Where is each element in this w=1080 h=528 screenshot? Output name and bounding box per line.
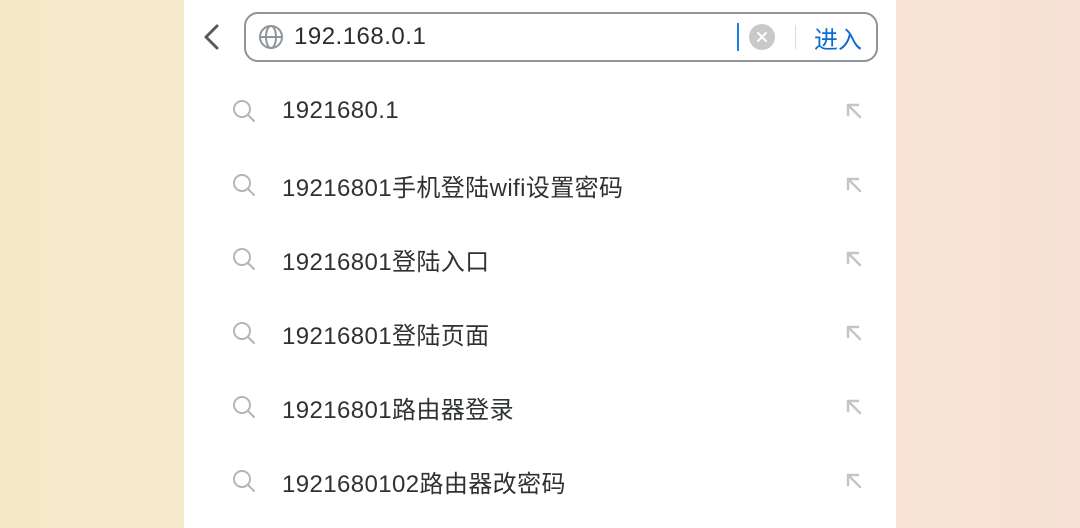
search-icon — [232, 321, 256, 345]
insert-arrow-icon[interactable] — [842, 99, 866, 123]
address-input[interactable]: 192.168.0.1 — [294, 23, 739, 51]
browser-panel: 192.168.0.1 进入 1921680.1 — [184, 0, 896, 528]
chevron-left-icon — [202, 23, 222, 51]
suggestion-item[interactable]: 1921680102路由器改密码 — [184, 444, 896, 518]
suggestion-text: 1921680102路由器改密码 — [282, 464, 842, 499]
suggestion-item[interactable]: 1921680.1 — [184, 74, 896, 148]
clear-button[interactable] — [749, 24, 775, 50]
suggestion-text: 19216801登陆入口 — [282, 242, 842, 277]
suggestion-text: 1921680.1 — [282, 97, 842, 125]
insert-arrow-icon[interactable] — [842, 469, 866, 493]
globe-icon — [258, 24, 284, 50]
search-icon — [232, 173, 256, 197]
go-button[interactable]: 进入 — [814, 20, 870, 55]
insert-arrow-icon[interactable] — [842, 395, 866, 419]
suggestion-item[interactable]: 19216801手机登陆wifi设置密码 — [184, 148, 896, 222]
insert-arrow-icon[interactable] — [842, 173, 866, 197]
suggestion-text: 19216801路由器登录 — [282, 390, 842, 425]
search-icon — [232, 247, 256, 271]
suggestion-item[interactable]: 19216801路由器登录 — [184, 370, 896, 444]
suggestion-list: 1921680.1 19216801手机登陆wifi设置密码 19216801登… — [184, 74, 896, 528]
close-icon — [756, 31, 768, 43]
address-bar-row: 192.168.0.1 进入 — [184, 0, 896, 74]
search-icon — [232, 395, 256, 419]
address-bar[interactable]: 192.168.0.1 进入 — [244, 12, 878, 62]
suggestion-text: 19216801登陆页面 — [282, 316, 842, 351]
insert-arrow-icon[interactable] — [842, 321, 866, 345]
suggestion-text: 19216801手机登陆wifi设置密码 — [282, 168, 842, 203]
back-button[interactable] — [190, 15, 234, 59]
suggestion-item[interactable]: 19216801登陆页面 — [184, 296, 896, 370]
suggestion-item[interactable]: 19216801登陆入口 — [184, 222, 896, 296]
search-icon — [232, 469, 256, 493]
search-icon — [232, 99, 256, 123]
insert-arrow-icon[interactable] — [842, 247, 866, 271]
divider — [795, 25, 797, 49]
